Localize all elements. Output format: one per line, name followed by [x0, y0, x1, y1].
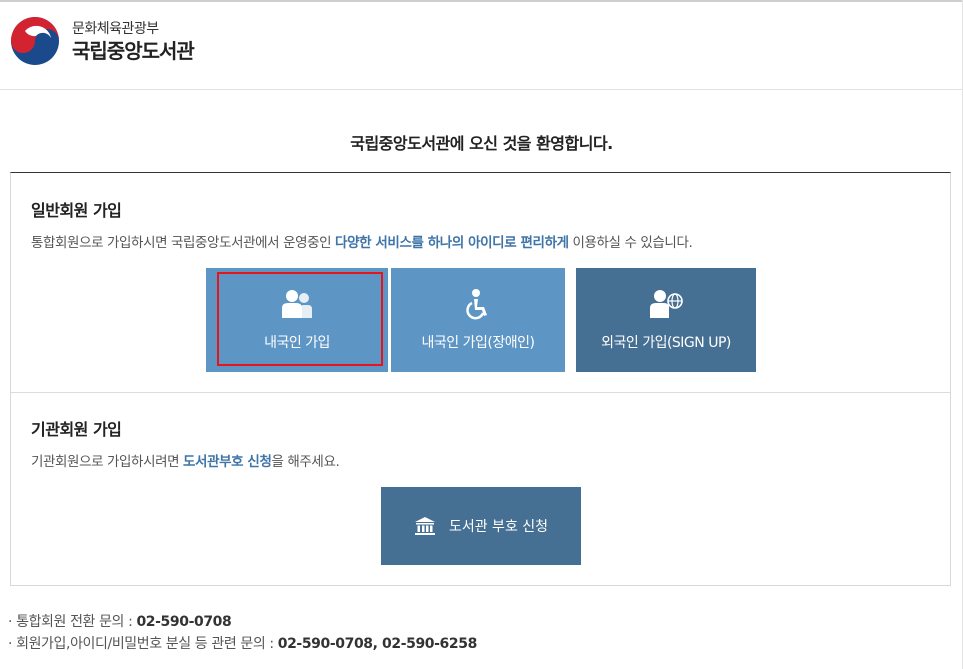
contact-info: · 통합회원 전환 문의 : 02-590-0708 · 회원가입,아이디/비밀…	[8, 611, 477, 655]
user-globe-icon	[650, 290, 683, 318]
general-section-description: 통합회원으로 가입하시면 국립중앙도서관에서 운영중인 다양한 서비스를 하나의…	[31, 235, 693, 251]
domestic-join-label: 내국인 가입	[264, 335, 330, 351]
wheelchair-icon	[466, 289, 487, 320]
contact-line: · 통합회원 전환 문의 : 02-590-0708	[8, 614, 232, 630]
disabled-join-button[interactable]: 내국인 가입(장애인)	[391, 268, 565, 372]
users-icon	[282, 290, 312, 318]
library-code-request-label: 도서관 부호 신청	[448, 519, 549, 535]
disabled-join-label: 내국인 가입(장애인)	[421, 335, 535, 351]
contact-line: · 회원가입,아이디/비밀번호 분실 등 관련 문의 : 02-590-0708…	[8, 636, 478, 652]
general-description-highlight: 다양한 서비스를 하나의 아이디로 편리하게	[335, 235, 569, 251]
contact-number: 02-590-0708	[136, 614, 232, 630]
library-code-request-button[interactable]: 도서관 부호 신청	[381, 487, 581, 565]
foreign-join-button[interactable]: 외국인 가입(SIGN UP)	[576, 268, 756, 372]
library-code-request-link[interactable]: 도서관부호 신청	[183, 454, 272, 470]
library-name: 국립중앙도서관	[72, 38, 195, 63]
contact-number: 02-590-0708, 02-590-6258	[277, 636, 478, 652]
welcome-heading: 국립중앙도서관에 오신 것을 환영합니다.	[350, 134, 613, 153]
bank-building-icon	[414, 517, 435, 535]
institution-member-section: 기관회원 가입 기관회원으로 가입하시려면 도서관부호 신청을 해주세요. 도서…	[10, 393, 951, 586]
institution-section-title: 기관회원 가입	[31, 420, 122, 439]
domestic-join-button[interactable]: 내국인 가입	[206, 268, 388, 372]
general-member-section: 일반회원 가입 통합회원으로 가입하시면 국립중앙도서관에서 운영중인 다양한 …	[10, 172, 951, 393]
taegeuk-emblem-icon	[11, 17, 59, 65]
institution-section-description: 기관회원으로 가입하시려면 도서관부호 신청을 해주세요.	[31, 454, 340, 470]
site-logo[interactable]: 문화체육관광부 국립중앙도서관	[10, 16, 195, 66]
site-header: 문화체육관광부 국립중앙도서관	[0, 2, 963, 90]
foreign-join-label: 외국인 가입(SIGN UP)	[601, 335, 731, 351]
general-section-title: 일반회원 가입	[31, 201, 122, 220]
ministry-name: 문화체육관광부	[72, 20, 159, 37]
